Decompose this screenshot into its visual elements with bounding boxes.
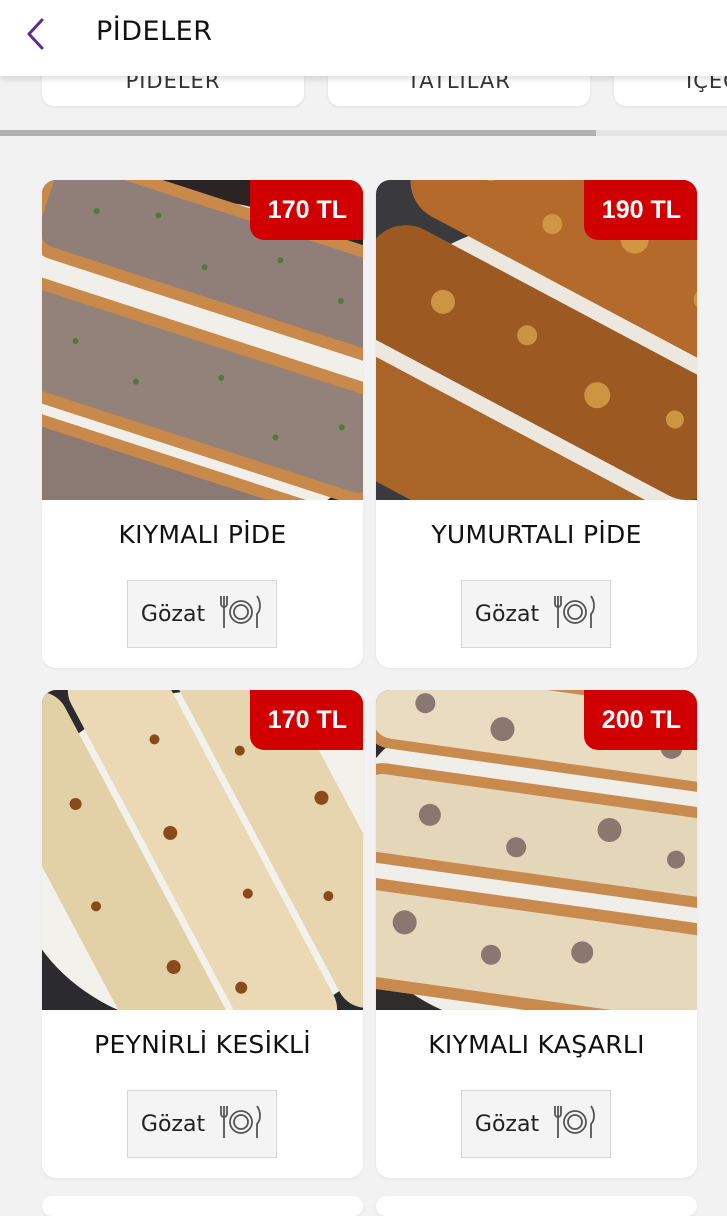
product-name: KIYMALI PİDE	[118, 520, 287, 549]
chevron-left-icon	[25, 17, 47, 55]
product-card[interactable]: 200 TL KIYMALI KAŞARLI Gözat	[376, 690, 697, 1178]
view-product-button[interactable]: Gözat	[461, 580, 611, 648]
view-product-label: Gözat	[474, 1111, 540, 1137]
category-scrollbar[interactable]	[0, 130, 727, 136]
fork-plate-knife-icon	[219, 1103, 263, 1145]
fork-plate-knife-icon	[219, 593, 263, 635]
product-name: YUMURTALI PİDE	[431, 520, 642, 549]
price-badge: 170 TL	[249, 180, 363, 240]
product-card[interactable]	[376, 1196, 697, 1216]
price-badge: 170 TL	[249, 690, 363, 750]
view-product-label: Gözat	[140, 601, 206, 627]
product-name: KIYMALI KAŞARLI	[428, 1030, 645, 1059]
back-button[interactable]	[14, 14, 58, 58]
view-product-button[interactable]: Gözat	[461, 1090, 611, 1158]
view-product-button[interactable]: Gözat	[127, 580, 277, 648]
view-product-label: Gözat	[474, 601, 540, 627]
app-header: PİDELER	[0, 0, 727, 76]
product-card[interactable]: 170 TL PEYNİRLİ KESİKLİ Gözat	[42, 690, 363, 1178]
category-scrollbar-thumb[interactable]	[0, 130, 597, 136]
product-card[interactable]: 170 TL KIYMALI PİDE Gözat	[42, 180, 363, 668]
product-card[interactable]: 190 TL YUMURTALI PİDE Gözat	[376, 180, 697, 668]
product-name: PEYNİRLİ KESİKLİ	[94, 1030, 311, 1059]
view-product-button[interactable]: Gözat	[127, 1090, 277, 1158]
fork-plate-knife-icon	[553, 593, 597, 635]
page-title: PİDELER	[96, 16, 213, 47]
view-product-label: Gözat	[140, 1111, 206, 1137]
fork-plate-knife-icon	[553, 1103, 597, 1145]
price-badge: 200 TL	[583, 690, 697, 750]
price-badge: 190 TL	[583, 180, 697, 240]
product-card[interactable]	[42, 1196, 363, 1216]
